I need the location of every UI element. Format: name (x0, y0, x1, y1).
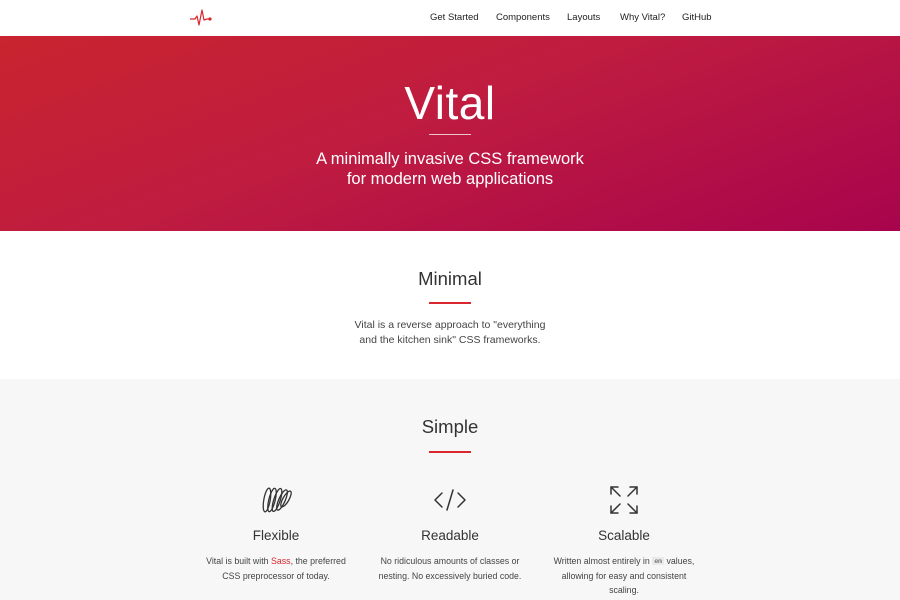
feature-readable: Readable No ridiculous amounts of classe… (360, 482, 540, 583)
minimal-title: Minimal (418, 268, 482, 289)
nav-components[interactable]: Components (496, 12, 550, 23)
feature-scalable-text-line-2: allowing for easy and consistent (561, 570, 687, 581)
hero-subtitle-line-2: for modern web applications (346, 170, 554, 188)
feature-flexible-text-part: , the preferred (290, 556, 346, 566)
feature-scalable-text-line-3: scaling. (609, 585, 639, 595)
minimal-description-line-1: Vital is a reverse approach to "everythi… (354, 319, 546, 331)
heartbeat-logo-icon[interactable] (189, 8, 213, 28)
hero-subtitle: A minimally invasive CSS framework for m… (0, 149, 900, 189)
hero-subtitle-line-1: A minimally invasive CSS framework (316, 150, 584, 168)
simple-title: Simple (421, 416, 479, 437)
em-code: em (652, 557, 665, 565)
feature-flexible-text-line-2: CSS preprocessor of today. (222, 570, 330, 581)
feature-flexible-text-part: Vital is built with (206, 556, 272, 566)
simple-section: Simple Flexible Vital is built with Sass… (0, 379, 900, 600)
minimal-description: Vital is a reverse approach to "everythi… (0, 318, 900, 347)
feature-flexible-text: Vital is built with Sass, the preferred … (186, 554, 366, 583)
code-icon (434, 489, 466, 511)
simple-divider (429, 451, 471, 453)
site-header: Get Started Components Layouts Why Vital… (0, 0, 900, 36)
hero-banner: Vital A minimally invasive CSS framework… (0, 36, 900, 231)
sass-link[interactable]: Sass (271, 556, 291, 566)
sass-icon (262, 487, 292, 513)
hero-title: Vital (404, 77, 496, 129)
feature-scalable-text-part: Written almost entirely in (553, 556, 653, 566)
feature-flexible: Flexible Vital is built with Sass, the p… (186, 482, 366, 583)
feature-scalable-text-part: values, (664, 556, 695, 566)
minimal-section: Minimal Vital is a reverse approach to "… (0, 231, 900, 379)
nav-get-started[interactable]: Get Started (430, 12, 479, 23)
feature-readable-text: No ridiculous amounts of classes or nest… (360, 554, 540, 583)
feature-readable-text-line-1: No ridiculous amounts of classes or (380, 556, 520, 566)
feature-scalable-title: Scalable (598, 528, 650, 543)
nav-layouts[interactable]: Layouts (567, 12, 600, 23)
expand-icon (610, 486, 638, 514)
nav-github[interactable]: GitHub (682, 12, 712, 23)
feature-readable-title: Readable (421, 528, 479, 543)
minimal-description-line-2: and the kitchen sink" CSS frameworks. (359, 333, 541, 346)
feature-scalable-text: Written almost entirely in em values, al… (534, 554, 714, 598)
nav-why-vital[interactable]: Why Vital? (620, 12, 665, 23)
minimal-divider (429, 302, 471, 304)
feature-scalable: Scalable Written almost entirely in em v… (534, 482, 714, 598)
hero-divider (429, 134, 471, 135)
feature-readable-text-line-2: nesting. No excessively buried code. (378, 570, 522, 581)
feature-flexible-title: Flexible (252, 528, 300, 543)
